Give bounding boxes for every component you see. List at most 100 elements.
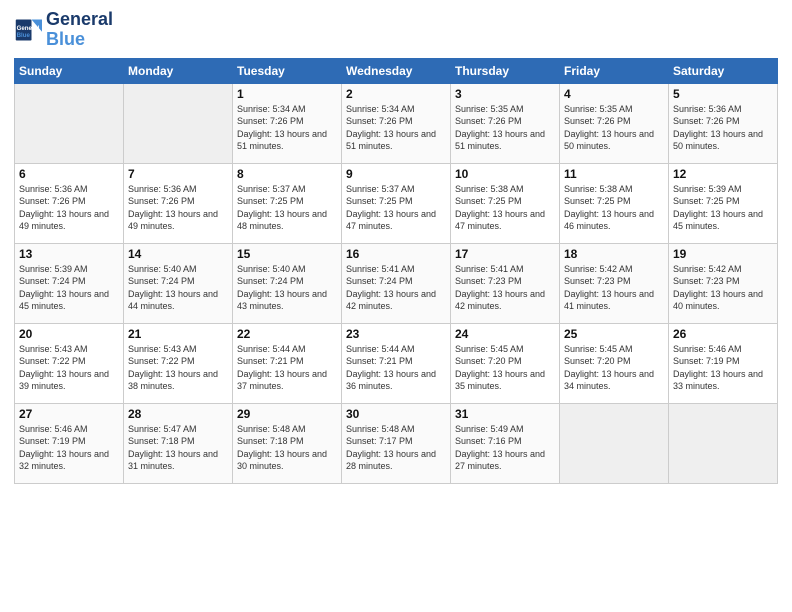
day-cell: 16 Sunrise: 5:41 AMSunset: 7:24 PMDayligh…: [342, 243, 451, 323]
day-cell: 2 Sunrise: 5:34 AMSunset: 7:26 PMDaylight…: [342, 83, 451, 163]
day-cell: 14 Sunrise: 5:40 AMSunset: 7:24 PMDayligh…: [124, 243, 233, 323]
weekday-header-monday: Monday: [124, 58, 233, 83]
day-info: Sunrise: 5:43 AMSunset: 7:22 PMDaylight:…: [128, 343, 228, 393]
weekday-header-thursday: Thursday: [451, 58, 560, 83]
day-cell: 27 Sunrise: 5:46 AMSunset: 7:19 PMDayligh…: [15, 403, 124, 483]
day-info: Sunrise: 5:36 AMSunset: 7:26 PMDaylight:…: [673, 103, 773, 153]
day-number: 18: [564, 247, 664, 261]
weekday-header-wednesday: Wednesday: [342, 58, 451, 83]
day-info: Sunrise: 5:40 AMSunset: 7:24 PMDaylight:…: [237, 263, 337, 313]
day-number: 2: [346, 87, 446, 101]
day-cell: 11Sunrise: 5:38 AMSunset: 7:25 PMDayligh…: [560, 163, 669, 243]
day-info: Sunrise: 5:41 AMSunset: 7:24 PMDaylight:…: [346, 263, 446, 313]
day-cell: 13 Sunrise: 5:39 AMSunset: 7:24 PMDayligh…: [15, 243, 124, 323]
day-number: 29: [237, 407, 337, 421]
day-info: Sunrise: 5:48 AMSunset: 7:17 PMDaylight:…: [346, 423, 446, 473]
day-info: Sunrise: 5:34 AMSunset: 7:26 PMDaylight:…: [237, 103, 337, 153]
day-info: Sunrise: 5:36 AMSunset: 7:26 PMDaylight:…: [19, 183, 119, 233]
week-row-1: 1 Sunrise: 5:34 AMSunset: 7:26 PMDaylight…: [15, 83, 778, 163]
day-info: Sunrise: 5:42 AMSunset: 7:23 PMDaylight:…: [564, 263, 664, 313]
day-cell: 29 Sunrise: 5:48 AMSunset: 7:18 PMDayligh…: [233, 403, 342, 483]
day-info: Sunrise: 5:43 AMSunset: 7:22 PMDaylight:…: [19, 343, 119, 393]
day-number: 22: [237, 327, 337, 341]
day-number: 28: [128, 407, 228, 421]
day-cell: 26 Sunrise: 5:46 AMSunset: 7:19 PMDayligh…: [669, 323, 778, 403]
day-cell: 31Sunrise: 5:49 AMSunset: 7:16 PMDayligh…: [451, 403, 560, 483]
day-number: 27: [19, 407, 119, 421]
day-cell: 21 Sunrise: 5:43 AMSunset: 7:22 PMDayligh…: [124, 323, 233, 403]
day-info: Sunrise: 5:46 AMSunset: 7:19 PMDaylight:…: [673, 343, 773, 393]
day-number: 23: [346, 327, 446, 341]
day-number: 19: [673, 247, 773, 261]
day-number: 16: [346, 247, 446, 261]
day-cell: [669, 403, 778, 483]
week-row-3: 13 Sunrise: 5:39 AMSunset: 7:24 PMDayligh…: [15, 243, 778, 323]
day-cell: 1 Sunrise: 5:34 AMSunset: 7:26 PMDaylight…: [233, 83, 342, 163]
logo-text: GeneralBlue: [46, 10, 113, 50]
day-info: Sunrise: 5:44 AMSunset: 7:21 PMDaylight:…: [346, 343, 446, 393]
svg-text:General: General: [17, 25, 40, 32]
day-number: 26: [673, 327, 773, 341]
svg-text:Blue: Blue: [17, 32, 31, 39]
day-number: 30: [346, 407, 446, 421]
day-number: 6: [19, 167, 119, 181]
day-number: 11: [564, 167, 664, 181]
day-cell: 23 Sunrise: 5:44 AMSunset: 7:21 PMDayligh…: [342, 323, 451, 403]
logo: General Blue GeneralBlue: [14, 10, 113, 50]
day-cell: [15, 83, 124, 163]
day-cell: 18 Sunrise: 5:42 AMSunset: 7:23 PMDayligh…: [560, 243, 669, 323]
day-info: Sunrise: 5:39 AMSunset: 7:24 PMDaylight:…: [19, 263, 119, 313]
day-info: Sunrise: 5:46 AMSunset: 7:19 PMDaylight:…: [19, 423, 119, 473]
week-row-5: 27 Sunrise: 5:46 AMSunset: 7:19 PMDayligh…: [15, 403, 778, 483]
day-number: 9: [346, 167, 446, 181]
calendar-table: SundayMondayTuesdayWednesdayThursdayFrid…: [14, 58, 778, 484]
weekday-header-row: SundayMondayTuesdayWednesdayThursdayFrid…: [15, 58, 778, 83]
day-info: Sunrise: 5:34 AMSunset: 7:26 PMDaylight:…: [346, 103, 446, 153]
weekday-header-sunday: Sunday: [15, 58, 124, 83]
day-number: 8: [237, 167, 337, 181]
week-row-4: 20 Sunrise: 5:43 AMSunset: 7:22 PMDayligh…: [15, 323, 778, 403]
day-cell: 20 Sunrise: 5:43 AMSunset: 7:22 PMDayligh…: [15, 323, 124, 403]
day-cell: 8Sunrise: 5:37 AMSunset: 7:25 PMDaylight…: [233, 163, 342, 243]
day-cell: 3 Sunrise: 5:35 AMSunset: 7:26 PMDaylight…: [451, 83, 560, 163]
day-number: 17: [455, 247, 555, 261]
page: General Blue GeneralBlue SundayMondayTue…: [0, 0, 792, 612]
day-cell: 22 Sunrise: 5:44 AMSunset: 7:21 PMDayligh…: [233, 323, 342, 403]
day-cell: 28Sunrise: 5:47 AMSunset: 7:18 PMDayligh…: [124, 403, 233, 483]
weekday-header-saturday: Saturday: [669, 58, 778, 83]
day-info: Sunrise: 5:44 AMSunset: 7:21 PMDaylight:…: [237, 343, 337, 393]
day-cell: 25 Sunrise: 5:45 AMSunset: 7:20 PMDayligh…: [560, 323, 669, 403]
day-number: 1: [237, 87, 337, 101]
day-number: 20: [19, 327, 119, 341]
weekday-header-friday: Friday: [560, 58, 669, 83]
day-number: 3: [455, 87, 555, 101]
day-cell: 17 Sunrise: 5:41 AMSunset: 7:23 PMDayligh…: [451, 243, 560, 323]
day-info: Sunrise: 5:48 AMSunset: 7:18 PMDaylight:…: [237, 423, 337, 473]
day-cell: 4Sunrise: 5:35 AMSunset: 7:26 PMDaylight…: [560, 83, 669, 163]
day-cell: 10Sunrise: 5:38 AMSunset: 7:25 PMDayligh…: [451, 163, 560, 243]
day-cell: 24Sunrise: 5:45 AMSunset: 7:20 PMDayligh…: [451, 323, 560, 403]
day-cell: 15Sunrise: 5:40 AMSunset: 7:24 PMDayligh…: [233, 243, 342, 323]
day-number: 31: [455, 407, 555, 421]
day-info: Sunrise: 5:45 AMSunset: 7:20 PMDaylight:…: [564, 343, 664, 393]
week-row-2: 6 Sunrise: 5:36 AMSunset: 7:26 PMDaylight…: [15, 163, 778, 243]
day-info: Sunrise: 5:41 AMSunset: 7:23 PMDaylight:…: [455, 263, 555, 313]
day-info: Sunrise: 5:35 AMSunset: 7:26 PMDaylight:…: [455, 103, 555, 153]
day-info: Sunrise: 5:35 AMSunset: 7:26 PMDaylight:…: [564, 103, 664, 153]
day-cell: [560, 403, 669, 483]
day-cell: 9Sunrise: 5:37 AMSunset: 7:25 PMDaylight…: [342, 163, 451, 243]
day-number: 21: [128, 327, 228, 341]
day-cell: 30 Sunrise: 5:48 AMSunset: 7:17 PMDayligh…: [342, 403, 451, 483]
day-info: Sunrise: 5:45 AMSunset: 7:20 PMDaylight:…: [455, 343, 555, 393]
day-number: 25: [564, 327, 664, 341]
day-cell: 19Sunrise: 5:42 AMSunset: 7:23 PMDayligh…: [669, 243, 778, 323]
day-number: 14: [128, 247, 228, 261]
day-info: Sunrise: 5:40 AMSunset: 7:24 PMDaylight:…: [128, 263, 228, 313]
day-number: 7: [128, 167, 228, 181]
day-number: 10: [455, 167, 555, 181]
day-cell: 7 Sunrise: 5:36 AMSunset: 7:26 PMDaylight…: [124, 163, 233, 243]
day-info: Sunrise: 5:36 AMSunset: 7:26 PMDaylight:…: [128, 183, 228, 233]
header: General Blue GeneralBlue: [14, 10, 778, 50]
day-cell: [124, 83, 233, 163]
day-number: 13: [19, 247, 119, 261]
